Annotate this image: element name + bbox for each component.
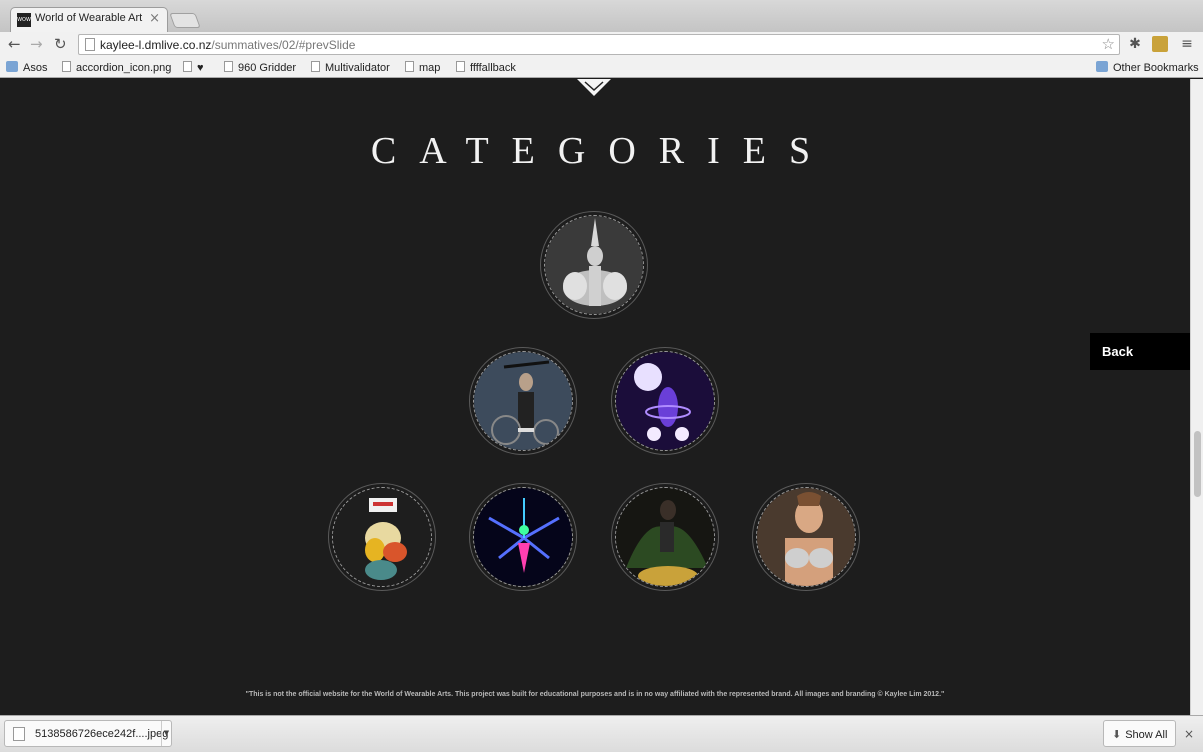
menu-icon[interactable]: ≡	[1179, 36, 1195, 52]
address-bar[interactable]: kaylee-l.dmlive.co.nz/summatives/02/#pre…	[78, 34, 1120, 55]
url-text: kaylee-l.dmlive.co.nz/summatives/02/#pre…	[100, 38, 356, 52]
downloads-shelf: 5138586726ece242f....jpeg ▼ ⬇ Show All ×	[0, 715, 1203, 752]
back-button[interactable]: Back	[1090, 333, 1190, 370]
browser-toolbar: ← → ↻ kaylee-l.dmlive.co.nz/summatives/0…	[0, 32, 1203, 58]
extension-badge-icon[interactable]	[1152, 36, 1168, 52]
dark-green-costume-image	[615, 487, 715, 587]
reload-icon[interactable]: ↻	[54, 35, 67, 53]
category-thumb-5[interactable]	[469, 483, 577, 591]
close-icon[interactable]: ×	[1184, 727, 1194, 741]
bookmark-accordion-icon[interactable]: accordion_icon.png	[62, 61, 171, 75]
neon-uv-costume-image	[473, 487, 573, 587]
page-content: CATEGORIES Back "This is not the officia…	[0, 79, 1190, 715]
show-all-button[interactable]: ⬇ Show All	[1103, 720, 1176, 747]
forward-arrow-icon[interactable]: →	[30, 35, 43, 53]
dropdown-arrow-icon[interactable]: ▼	[161, 721, 171, 746]
new-tab-button[interactable]	[169, 13, 201, 28]
tab-strip: WOW World of Wearable Art ×	[0, 0, 1203, 32]
bookmark-asos[interactable]: Asos	[6, 61, 47, 75]
other-bookmarks[interactable]: Other Bookmarks	[1096, 61, 1199, 75]
steampunk-costume-image	[473, 351, 573, 451]
glowing-purple-costume-image	[615, 351, 715, 451]
vertical-scrollbar[interactable]	[1190, 79, 1203, 715]
folder-icon	[6, 61, 18, 72]
bra-costume-image	[756, 487, 856, 587]
bookmark-multivalidator[interactable]: Multivalidator	[311, 61, 390, 75]
colorful-sculpture-costume-image	[332, 487, 432, 587]
category-thumb-3[interactable]	[611, 347, 719, 455]
download-item[interactable]: 5138586726ece242f....jpeg ▼	[4, 720, 172, 747]
download-arrow-icon: ⬇	[1112, 728, 1122, 741]
page-title: CATEGORIES	[370, 130, 834, 172]
page-icon	[85, 38, 95, 51]
file-icon	[224, 61, 233, 72]
silver-costume-image	[544, 215, 644, 315]
folder-icon	[1096, 61, 1108, 72]
category-thumb-4[interactable]	[328, 483, 436, 591]
file-icon	[311, 61, 320, 72]
tab-close-icon[interactable]: ×	[149, 11, 160, 26]
disclaimer-text: "This is not the official website for th…	[245, 691, 945, 698]
bookmark-star-icon[interactable]: ☆	[1102, 35, 1115, 53]
category-thumb-2[interactable]	[469, 347, 577, 455]
file-icon	[405, 61, 414, 72]
bookmark-ffffallback[interactable]: ffffallback	[456, 61, 516, 75]
back-arrow-icon[interactable]: ←	[8, 35, 21, 53]
bookmark-heart[interactable]: ♥	[183, 61, 204, 75]
scrollbar-thumb[interactable]	[1194, 431, 1201, 497]
category-thumb-7[interactable]	[752, 483, 860, 591]
category-thumb-1[interactable]	[540, 211, 648, 319]
bookmark-960-gridder[interactable]: 960 Gridder	[224, 61, 296, 75]
bookmark-map[interactable]: map	[405, 61, 440, 75]
bookmarks-bar: Asos accordion_icon.png ♥ 960 Gridder Mu…	[0, 58, 1203, 78]
wow-favicon-icon: WOW	[17, 13, 31, 27]
file-icon	[13, 727, 25, 741]
chevron-down-icon[interactable]	[577, 79, 611, 96]
category-thumb-6[interactable]	[611, 483, 719, 591]
tab-title: World of Wearable Art	[35, 12, 143, 24]
file-icon	[62, 61, 71, 72]
extension-sparkle-icon[interactable]: ✱	[1127, 36, 1143, 52]
download-file-name: 5138586726ece242f....jpeg	[35, 728, 169, 740]
file-icon	[183, 61, 192, 72]
file-icon	[456, 61, 465, 72]
browser-tab[interactable]: WOW World of Wearable Art ×	[10, 7, 168, 32]
